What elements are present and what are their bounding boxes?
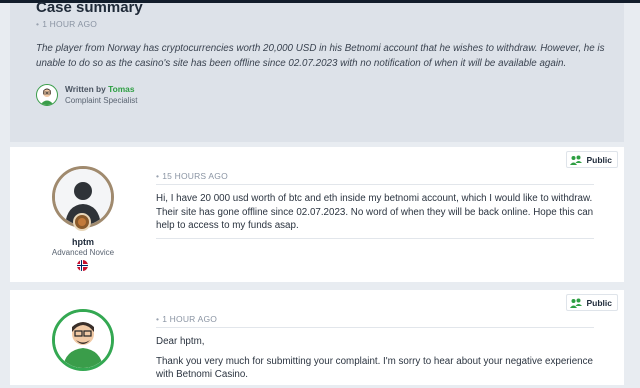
- visibility-badge: Public: [566, 294, 618, 311]
- author-name-link[interactable]: Tomas: [108, 84, 134, 94]
- visibility-badge: Public: [566, 151, 618, 168]
- author-role: Complaint Specialist: [65, 96, 138, 105]
- post-body: Dear hptm, Thank you very much for submi…: [156, 335, 602, 388]
- divider: [156, 184, 594, 185]
- case-summary-panel: Case summary • 1 HOUR AGO The player from…: [10, 0, 624, 142]
- bullet-icon: •: [156, 314, 160, 324]
- author-avatar[interactable]: [36, 84, 58, 106]
- author-avatar-icon: [40, 88, 54, 105]
- bullet-icon: •: [36, 19, 40, 29]
- flag-inner-horizontal: [77, 265, 88, 267]
- post-user-rank: Advanced Novice: [51, 248, 115, 257]
- case-summary-title: Case summary: [36, 0, 143, 16]
- bullet-icon: •: [156, 171, 160, 181]
- post-username[interactable]: hptm: [10, 237, 156, 247]
- divider: [156, 327, 594, 328]
- specialist-post: Public • 1 HOUR AGO Dear hptm, Thank you …: [10, 290, 624, 385]
- post-greeting: Dear hptm,: [156, 336, 205, 347]
- flag-inner-vertical: [81, 260, 83, 271]
- public-users-icon: [570, 155, 583, 165]
- visibility-label: Public: [586, 154, 612, 165]
- post-time: • 1 HOUR AGO: [156, 314, 217, 324]
- rank-badge-inner: [78, 218, 86, 226]
- specialist-avatar-icon: [55, 312, 111, 368]
- norway-flag-icon: [77, 260, 88, 271]
- post-body: Hi, I have 20 000 usd worth of btc and e…: [156, 193, 594, 231]
- case-summary-text: The player from Norway has cryptocurrenc…: [36, 43, 605, 69]
- complaint-post: hptm Advanced Novice Public • 15 HOURS AG…: [10, 147, 624, 282]
- case-summary-time-text: 1 HOUR AGO: [42, 19, 98, 29]
- author-byline: Written by Tomas: [65, 84, 135, 94]
- specialist-avatar[interactable]: [52, 309, 114, 371]
- post-time-text: 15 HOURS AGO: [162, 171, 228, 181]
- public-users-icon: [570, 298, 583, 308]
- case-summary-time: • 1 HOUR AGO: [36, 19, 97, 29]
- post-time: • 15 HOURS AGO: [156, 171, 228, 181]
- divider: [156, 238, 594, 239]
- visibility-label: Public: [586, 297, 612, 308]
- written-by-label: Written by: [65, 84, 106, 94]
- post-text: Thank you very much for submitting your …: [156, 355, 593, 381]
- rank-badge-icon: [73, 213, 91, 231]
- post-time-text: 1 HOUR AGO: [162, 314, 218, 324]
